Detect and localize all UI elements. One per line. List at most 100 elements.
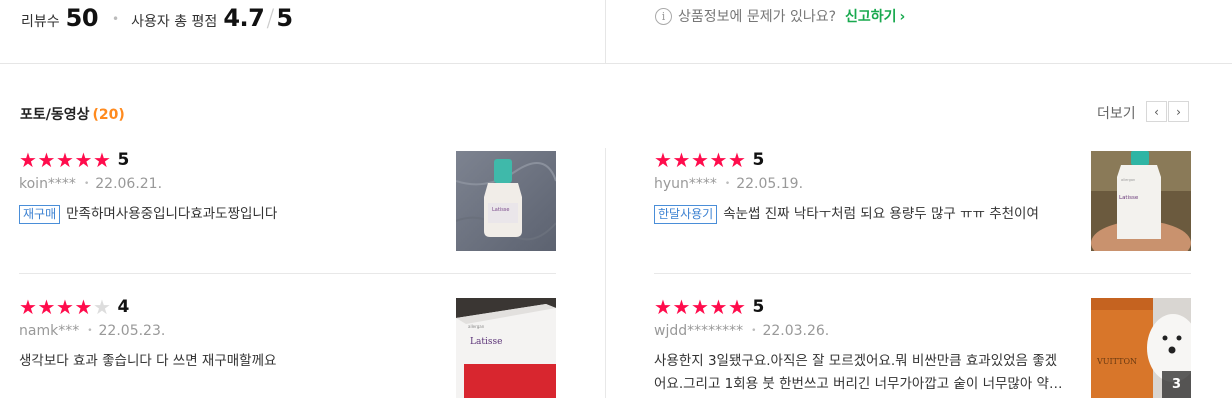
star-icon: ★	[93, 148, 111, 172]
photo-section-count: (20)	[92, 107, 125, 123]
review-body: 한달사용기 속눈썹 진짜 낙타ㅜ처럼 되요 용량두 많구 ㅠㅠ 추천이여	[654, 203, 1074, 226]
star-icon: ★	[728, 295, 746, 319]
review-count-label: 리뷰수	[21, 14, 60, 30]
review-count: 50	[65, 4, 99, 32]
rating-separator: /	[266, 4, 275, 32]
review-photo-thumbnail[interactable]: Latisse allergan	[1091, 151, 1191, 251]
review-date: 22.06.21.	[95, 176, 163, 192]
star-icon: ★	[37, 148, 56, 172]
photo-count-badge: 3	[1162, 371, 1191, 398]
star-rating: ★ ★ ★ ★ ★ 5	[654, 150, 1074, 170]
star-icon: ★	[74, 148, 93, 172]
star-icon: ★	[654, 295, 672, 319]
star-icon: ★	[56, 295, 74, 319]
latisse-box-photo: Latisse allergan	[456, 298, 556, 398]
review-photo-thumbnail[interactable]: Latisse	[456, 151, 556, 251]
more-link[interactable]: 더보기	[1097, 103, 1136, 123]
star-icon: ★	[691, 148, 709, 172]
review-tag: 한달사용기	[654, 205, 718, 224]
row-divider-right	[654, 273, 1191, 274]
chevron-right-icon: ›	[1176, 104, 1181, 119]
review-score: 4	[117, 297, 130, 317]
meta-separator: •	[724, 179, 731, 189]
box-brand-text: VUITTON	[1096, 357, 1137, 366]
star-icon: ★	[672, 148, 691, 172]
review-text-line: 사용한지 3일됐구요.아직은 잘 모르겠어요.뭐 비싼만큼 효과있었음 좋겠	[654, 353, 1058, 369]
box-label: Latisse	[470, 337, 502, 347]
review-user: namk***	[19, 323, 80, 339]
review-text-line: 어요.그리고 1회용 붓 한번쓰고 버리긴 너무가아깝고 숱이 너무많아 약…	[654, 376, 1063, 392]
star-icon: ★	[654, 148, 672, 172]
average-rating: 4.7	[223, 4, 265, 32]
review-item[interactable]: ★ ★ ★ ★ ★ 5 hyun**** • 22.05.19. 한달사용기 속눈…	[654, 150, 1074, 226]
report-link[interactable]: 신고하기 ›	[845, 6, 905, 26]
review-text: 만족하며사용중입니다효과도짱입니다	[66, 206, 278, 222]
row-divider-left	[19, 273, 556, 274]
star-icon: ★	[709, 295, 728, 319]
star-icon: ★	[74, 295, 93, 319]
star-icon: ★	[728, 148, 746, 172]
review-item[interactable]: ★ ★ ★ ★ ★ 5 koin**** • 22.06.21. 재구매 만족하며…	[19, 150, 439, 226]
meta-separator: •	[83, 179, 90, 189]
review-user: hyun****	[654, 176, 717, 192]
review-stats: 리뷰수 50 • 사용자 총 평점 4.7 / 5	[21, 4, 293, 32]
prev-page-button[interactable]: ‹	[1146, 101, 1167, 122]
review-date: 22.05.19.	[736, 176, 804, 192]
column-divider	[605, 148, 606, 398]
info-icon: i	[655, 7, 672, 25]
review-score: 5	[752, 297, 765, 317]
review-item[interactable]: ★ ★ ★ ★ ★ 4 namk*** • 22.05.23. 생각보다 효과 …	[19, 297, 439, 373]
report-link-label: 신고하기	[845, 9, 897, 25]
star-rating: ★ ★ ★ ★ ★ 5	[19, 150, 439, 170]
review-score: 5	[752, 150, 765, 170]
review-photo-thumbnail[interactable]: VUITTON 3	[1091, 298, 1191, 398]
box-brand: allergan	[468, 324, 485, 329]
review-tag: 재구매	[19, 205, 61, 224]
bottle-in-hand-photo: Latisse allergan	[1091, 151, 1191, 251]
star-icon: ★	[37, 295, 56, 319]
review-body: 재구매 만족하며사용중입니다효과도짱입니다	[19, 203, 439, 226]
star-icon: ★	[19, 148, 37, 172]
stats-separator: •	[112, 12, 120, 26]
meta-separator: •	[87, 326, 93, 336]
review-body: 생각보다 효과 좋습니다 다 쓰면 재구매할께요	[19, 350, 439, 373]
meta-separator: •	[751, 326, 757, 336]
review-text: 속눈썹 진짜 낙타ㅜ처럼 되요 용량두 많구 ㅠㅠ 추천이여	[723, 206, 1039, 222]
review-summary-bar: 리뷰수 50 • 사용자 총 평점 4.7 / 5 i 상품정보에 문제가 있나…	[0, 0, 1232, 64]
review-user: koin****	[19, 176, 76, 192]
review-body: 사용한지 3일됐구요.아직은 잘 모르겠어요.뭐 비싼만큼 효과있었음 좋겠 어…	[654, 350, 1079, 396]
star-empty-icon: ★	[93, 295, 111, 319]
review-score: 5	[117, 150, 130, 170]
review-date: 22.03.26.	[762, 323, 830, 339]
star-icon: ★	[56, 148, 74, 172]
review-meta: wjdd******** • 22.03.26.	[654, 323, 1079, 339]
review-meta: namk*** • 22.05.23.	[19, 323, 439, 339]
rating-max: 5	[276, 4, 293, 32]
star-icon: ★	[709, 148, 728, 172]
star-icon: ★	[672, 295, 691, 319]
star-rating: ★ ★ ★ ★ ★ 4	[19, 297, 439, 317]
star-icon: ★	[19, 295, 37, 319]
next-page-button[interactable]: ›	[1168, 101, 1189, 122]
report-question: 상품정보에 문제가 있나요?	[678, 9, 837, 25]
review-meta: hyun**** • 22.05.19.	[654, 176, 1074, 192]
photo-section-label: 포토/동영상	[20, 107, 90, 123]
review-text: 생각보다 효과 좋습니다 다 쓰면 재구매할께요	[19, 353, 277, 369]
bottle-label: Latisse	[1119, 195, 1139, 201]
summary-divider	[605, 0, 606, 63]
latisse-bottle-photo: Latisse	[456, 151, 556, 251]
photo-section-title: 포토/동영상 (20)	[20, 104, 125, 124]
bottle-brand: allergan	[1121, 178, 1135, 182]
rating-label: 사용자 총 평점	[131, 14, 218, 30]
chevron-left-icon: ‹	[1154, 104, 1159, 119]
report-area: i 상품정보에 문제가 있나요? 신고하기 ›	[655, 6, 905, 26]
review-photo-thumbnail[interactable]: Latisse allergan	[456, 298, 556, 398]
star-rating: ★ ★ ★ ★ ★ 5	[654, 297, 1079, 317]
chevron-right-icon: ›	[899, 9, 906, 25]
review-date: 22.05.23.	[98, 323, 166, 339]
review-user: wjdd********	[654, 323, 744, 339]
review-item[interactable]: ★ ★ ★ ★ ★ 5 wjdd******** • 22.03.26. 사용한…	[654, 297, 1079, 396]
bottle-label: Latisse	[492, 207, 510, 213]
star-icon: ★	[691, 295, 709, 319]
review-meta: koin**** • 22.06.21.	[19, 176, 439, 192]
